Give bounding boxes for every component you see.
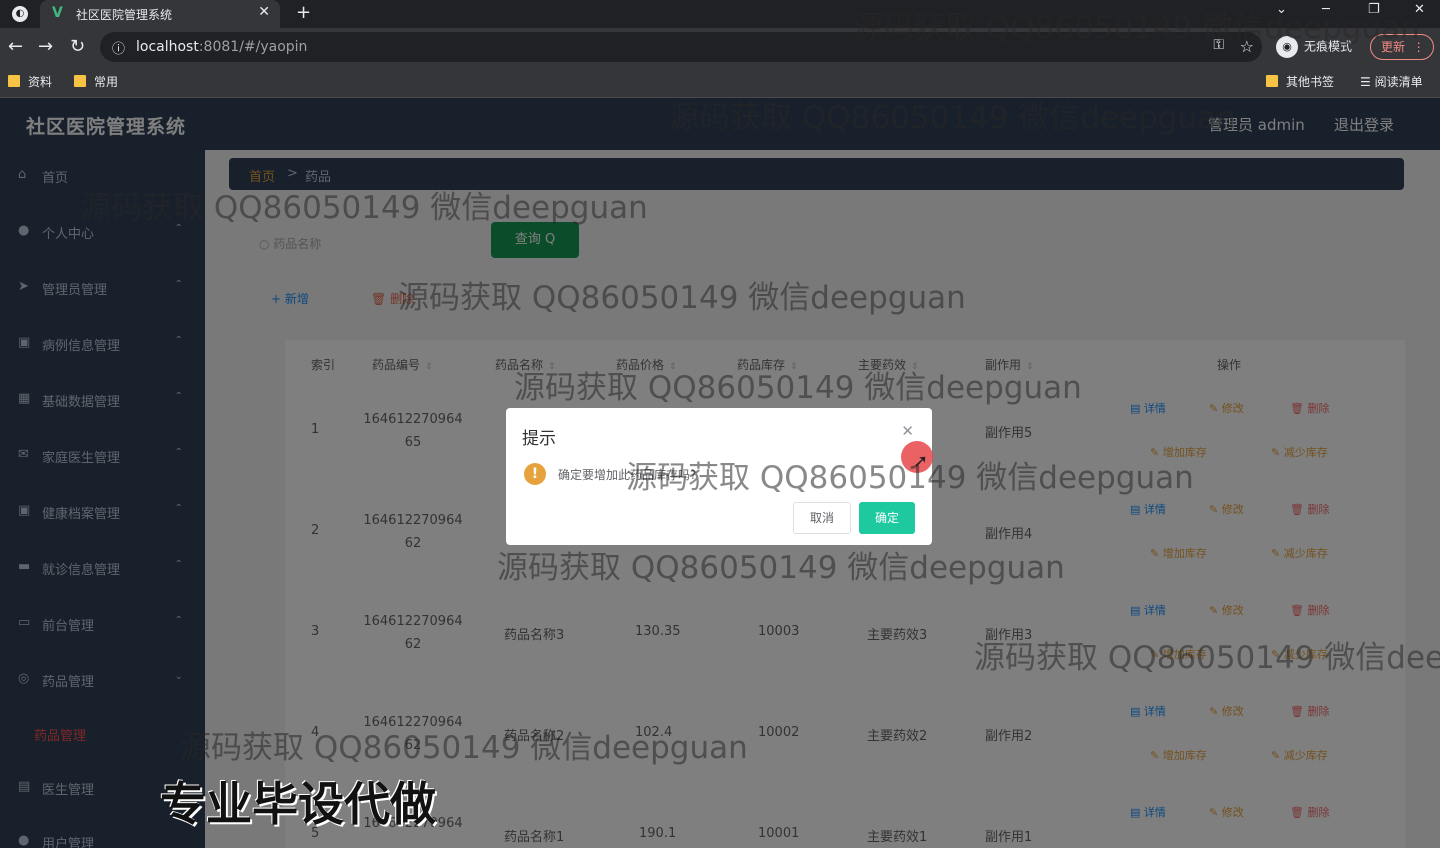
vue-favicon-icon: V — [52, 5, 63, 21]
confirm-button[interactable]: 确定 — [859, 502, 915, 534]
watermark: 源码获取 QQ86050149 微信deepguan — [514, 370, 1082, 406]
watermark: 源码获取 QQ86050149 微信deepguan — [852, 10, 1420, 46]
watermark: 源码获取 QQ86050149 微信deepguan — [626, 460, 1194, 496]
watermark: 源码获取 QQ86050149 微信deepguan — [398, 280, 966, 316]
back-button[interactable]: ← — [8, 36, 23, 57]
close-icon[interactable]: ✕ — [901, 422, 914, 440]
folder-icon — [8, 75, 20, 87]
watermark: 源码获取 QQ86050149 微信deepguan — [497, 550, 1065, 586]
folder-icon — [74, 75, 86, 87]
url-text: localhost:8081/#/yaopin — [136, 39, 308, 55]
browser-logo-icon: ◐ — [12, 6, 28, 22]
dialog-title: 提示 — [522, 429, 556, 449]
promo-text: 专业毕设代做 — [160, 777, 436, 831]
watermark: 源码获取 QQ86050149 微信deepguan — [668, 100, 1236, 136]
cancel-button[interactable]: 取消 — [793, 502, 851, 534]
bookmark-folder-other[interactable]: 其他书签 — [1266, 73, 1334, 90]
watermark: 源码获取 QQ86050149 微信deepguan — [180, 730, 748, 766]
browser-tab[interactable]: V 社区医院管理系统 ✕ — [40, 0, 280, 28]
warning-icon: ! — [524, 463, 546, 485]
reading-list[interactable]: ☰ 阅读清单 — [1360, 73, 1423, 90]
site-info-icon[interactable]: ⓘ — [112, 38, 125, 57]
watermark: 源码获取 QQ86050149 微信deepguan — [974, 640, 1440, 676]
watermark: 源码获取 QQ86050149 微信deepguan — [80, 190, 648, 226]
new-tab-button[interactable]: + — [296, 2, 311, 23]
bookmark-folder-ziliao[interactable]: 资料 — [8, 73, 52, 90]
reload-button[interactable]: ↻ — [70, 36, 85, 57]
tab-close-icon[interactable]: ✕ — [258, 4, 270, 20]
forward-button[interactable]: → — [38, 36, 53, 57]
folder-icon — [1266, 75, 1278, 87]
tab-title: 社区医院管理系统 — [76, 8, 173, 22]
bookmark-folder-changyong[interactable]: 常用 — [74, 73, 118, 90]
